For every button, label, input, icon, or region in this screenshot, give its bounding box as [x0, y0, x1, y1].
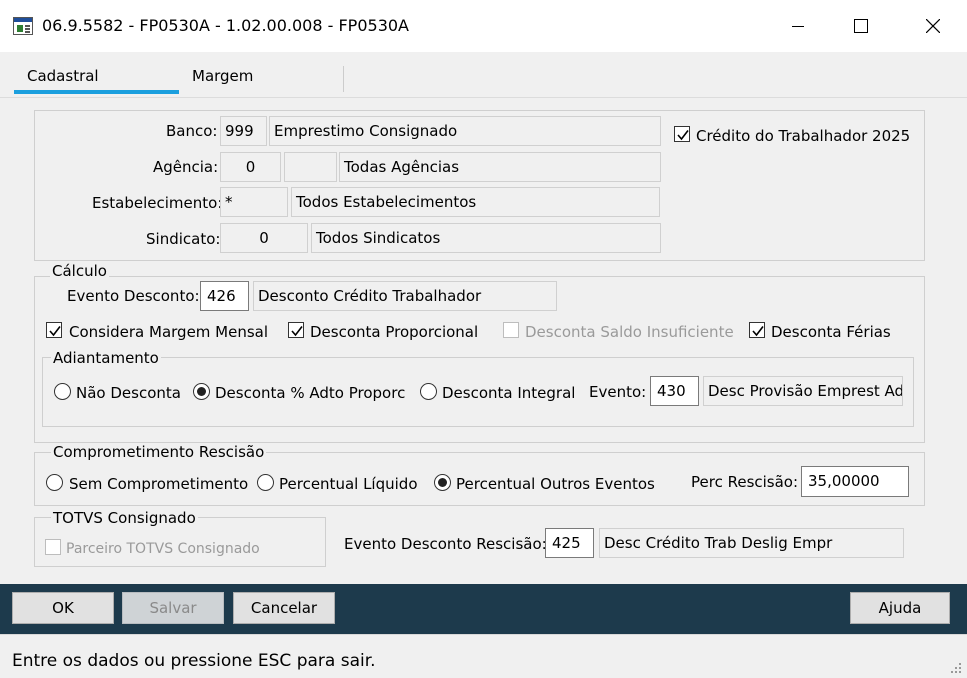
percentual-liquido-radio[interactable]: [257, 474, 274, 491]
evento-adiantamento-description-field: Desc Provisão Emprest Adt: [703, 376, 903, 406]
resize-grip-icon[interactable]: [950, 662, 962, 674]
desconta-ferias-label: Desconta Férias: [771, 323, 891, 341]
parceiro-totvs-checkbox: [45, 539, 61, 555]
close-icon: [926, 19, 940, 33]
ok-button[interactable]: OK: [12, 592, 114, 624]
evento-desconto-description-field: Desconto Crédito Trabalhador: [253, 281, 557, 311]
agencia-label: Agência:: [153, 158, 219, 176]
totvs-legend: TOTVS Consignado: [51, 509, 198, 527]
calculo-legend: Cálculo: [50, 262, 109, 280]
maximize-icon: [854, 19, 868, 33]
desconta-proporcional-label: Desconta Proporcional: [310, 323, 479, 341]
minimize-icon: [792, 26, 804, 27]
adiantamento-legend: Adiantamento: [51, 349, 161, 367]
desconta-saldo-insuficiente-label: Desconta Saldo Insuficiente: [525, 323, 734, 341]
agencia-digit-field[interactable]: [284, 152, 337, 182]
title-bar: 06.9.5582 - FP0530A - 1.02.00.008 - FP05…: [0, 0, 967, 52]
maximize-button[interactable]: [838, 0, 884, 52]
banco-description-field: Emprestimo Consignado: [269, 116, 661, 146]
sindicato-label: Sindicato:: [146, 230, 221, 248]
nao-desconta-radio[interactable]: [54, 383, 71, 400]
check-icon: [752, 326, 764, 337]
check-icon: [291, 326, 303, 337]
percentual-outros-eventos-label: Percentual Outros Eventos: [456, 475, 655, 493]
tab-bar: Cadastral Margem: [0, 52, 967, 98]
tab-cadastral[interactable]: Cadastral: [27, 67, 99, 85]
ajuda-button[interactable]: Ajuda: [850, 592, 950, 624]
evento-rescisao-code-field[interactable]: 425: [545, 528, 594, 558]
status-bar: Entre os dados ou pressione ESC para sai…: [0, 634, 967, 678]
considera-margem-checkbox[interactable]: [46, 322, 62, 338]
nao-desconta-label: Não Desconta: [76, 384, 181, 402]
evento-rescisao-label: Evento Desconto Rescisão:: [344, 535, 547, 553]
considera-margem-label: Considera Margem Mensal: [69, 323, 269, 341]
percentual-outros-eventos-radio[interactable]: [434, 474, 451, 491]
rescisao-legend: Comprometimento Rescisão: [51, 443, 267, 461]
estabelecimento-code-field[interactable]: *: [220, 187, 288, 217]
perc-rescisao-field[interactable]: 35,00000: [801, 466, 909, 497]
sem-comprometimento-radio[interactable]: [46, 474, 63, 491]
desconta-integral-label: Desconta Integral: [442, 384, 576, 402]
parceiro-totvs-label: Parceiro TOTVS Consignado: [66, 541, 260, 557]
agencia-description-field: Todas Agências: [339, 152, 661, 182]
evento-desconto-label: Evento Desconto:: [67, 287, 200, 305]
desconta-saldo-insuficiente-checkbox: [503, 322, 519, 338]
form-panel: Banco: 999 Emprestimo Consignado Agência…: [0, 98, 967, 584]
evento-desconto-code-field[interactable]: 426: [200, 281, 249, 311]
evento-rescisao-description-field: Desc Crédito Trab Deslig Empr: [599, 528, 904, 558]
percentual-liquido-label: Percentual Líquido: [279, 475, 418, 493]
evento-adiantamento-code-field[interactable]: 430: [650, 376, 699, 406]
sindicato-description-field: Todos Sindicatos: [311, 223, 661, 253]
desconta-proporcional-checkbox[interactable]: [288, 322, 304, 338]
window-title: 06.9.5582 - FP0530A - 1.02.00.008 - FP05…: [42, 16, 409, 35]
app-window-icon: [13, 17, 33, 35]
estabelecimento-description-field: Todos Estabelecimentos: [291, 187, 660, 217]
salvar-button: Salvar: [122, 592, 224, 624]
button-bar: OK Salvar Cancelar Ajuda: [0, 584, 967, 634]
active-tab-indicator: [14, 90, 179, 94]
credito-trabalhador-label: Crédito do Trabalhador 2025: [696, 127, 911, 145]
desconta-ferias-checkbox[interactable]: [749, 322, 765, 338]
banco-code-field[interactable]: 999: [220, 116, 267, 146]
desconta-adto-proporc-label: Desconta % Adto Proporc: [215, 384, 406, 402]
banco-label: Banco:: [166, 122, 218, 140]
sindicato-code-field[interactable]: 0: [220, 223, 308, 253]
close-button[interactable]: [910, 0, 956, 52]
check-icon: [677, 130, 689, 141]
perc-rescisao-label: Perc Rescisão:: [691, 473, 799, 491]
credito-trabalhador-checkbox[interactable]: [674, 126, 690, 142]
desconta-integral-radio[interactable]: [420, 383, 437, 400]
tab-divider: [343, 66, 344, 92]
cancelar-button[interactable]: Cancelar: [233, 592, 335, 624]
sem-comprometimento-label: Sem Comprometimento: [69, 475, 249, 493]
agencia-code-field[interactable]: 0: [220, 152, 281, 182]
evento-adiantamento-label: Evento:: [589, 383, 647, 401]
check-icon: [49, 326, 61, 337]
desconta-adto-proporc-radio[interactable]: [193, 383, 210, 400]
estabelecimento-label: Estabelecimento:: [92, 194, 223, 212]
status-text: Entre os dados ou pressione ESC para sai…: [12, 651, 376, 671]
minimize-button[interactable]: [775, 0, 821, 52]
tab-margem[interactable]: Margem: [192, 67, 253, 85]
